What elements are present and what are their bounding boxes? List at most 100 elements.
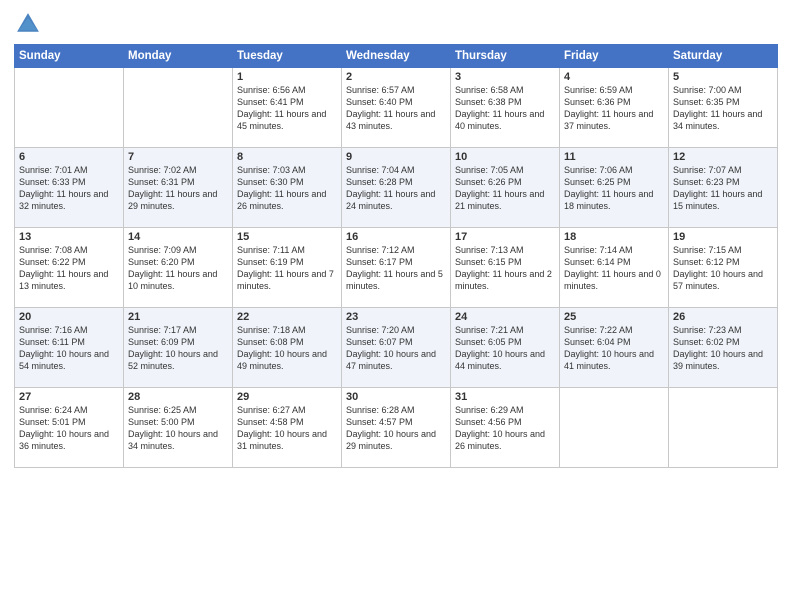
calendar-cell: 3Sunrise: 6:58 AM Sunset: 6:38 PM Daylig… <box>451 68 560 148</box>
calendar-cell: 26Sunrise: 7:23 AM Sunset: 6:02 PM Dayli… <box>669 308 778 388</box>
day-number: 28 <box>128 391 228 403</box>
day-info: Sunrise: 6:56 AM Sunset: 6:41 PM Dayligh… <box>237 84 337 133</box>
day-number: 13 <box>19 231 119 243</box>
day-number: 17 <box>455 231 555 243</box>
day-number: 7 <box>128 151 228 163</box>
day-info: Sunrise: 7:16 AM Sunset: 6:11 PM Dayligh… <box>19 324 119 373</box>
calendar-cell: 13Sunrise: 7:08 AM Sunset: 6:22 PM Dayli… <box>15 228 124 308</box>
day-number: 23 <box>346 311 446 323</box>
day-number: 19 <box>673 231 773 243</box>
day-number: 8 <box>237 151 337 163</box>
calendar-cell: 23Sunrise: 7:20 AM Sunset: 6:07 PM Dayli… <box>342 308 451 388</box>
calendar-week-row: 20Sunrise: 7:16 AM Sunset: 6:11 PM Dayli… <box>15 308 778 388</box>
day-info: Sunrise: 7:18 AM Sunset: 6:08 PM Dayligh… <box>237 324 337 373</box>
page: SundayMondayTuesdayWednesdayThursdayFrid… <box>0 0 792 612</box>
day-number: 21 <box>128 311 228 323</box>
day-info: Sunrise: 7:06 AM Sunset: 6:25 PM Dayligh… <box>564 164 664 213</box>
header <box>14 10 778 38</box>
day-info: Sunrise: 7:17 AM Sunset: 6:09 PM Dayligh… <box>128 324 228 373</box>
calendar-cell: 17Sunrise: 7:13 AM Sunset: 6:15 PM Dayli… <box>451 228 560 308</box>
calendar-week-row: 13Sunrise: 7:08 AM Sunset: 6:22 PM Dayli… <box>15 228 778 308</box>
day-number: 5 <box>673 71 773 83</box>
calendar-cell: 1Sunrise: 6:56 AM Sunset: 6:41 PM Daylig… <box>233 68 342 148</box>
day-number: 20 <box>19 311 119 323</box>
weekday-header: Sunday <box>15 45 124 68</box>
day-info: Sunrise: 7:15 AM Sunset: 6:12 PM Dayligh… <box>673 244 773 293</box>
day-info: Sunrise: 6:57 AM Sunset: 6:40 PM Dayligh… <box>346 84 446 133</box>
day-number: 31 <box>455 391 555 403</box>
day-info: Sunrise: 7:04 AM Sunset: 6:28 PM Dayligh… <box>346 164 446 213</box>
calendar-cell: 29Sunrise: 6:27 AM Sunset: 4:58 PM Dayli… <box>233 388 342 468</box>
day-info: Sunrise: 7:09 AM Sunset: 6:20 PM Dayligh… <box>128 244 228 293</box>
day-number: 26 <box>673 311 773 323</box>
weekday-header: Tuesday <box>233 45 342 68</box>
day-number: 24 <box>455 311 555 323</box>
day-number: 15 <box>237 231 337 243</box>
day-info: Sunrise: 7:02 AM Sunset: 6:31 PM Dayligh… <box>128 164 228 213</box>
calendar-week-row: 6Sunrise: 7:01 AM Sunset: 6:33 PM Daylig… <box>15 148 778 228</box>
day-info: Sunrise: 7:05 AM Sunset: 6:26 PM Dayligh… <box>455 164 555 213</box>
weekday-header: Saturday <box>669 45 778 68</box>
day-info: Sunrise: 7:21 AM Sunset: 6:05 PM Dayligh… <box>455 324 555 373</box>
day-number: 25 <box>564 311 664 323</box>
calendar-cell: 8Sunrise: 7:03 AM Sunset: 6:30 PM Daylig… <box>233 148 342 228</box>
day-info: Sunrise: 6:59 AM Sunset: 6:36 PM Dayligh… <box>564 84 664 133</box>
day-number: 16 <box>346 231 446 243</box>
weekday-header: Thursday <box>451 45 560 68</box>
day-number: 12 <box>673 151 773 163</box>
calendar-cell: 19Sunrise: 7:15 AM Sunset: 6:12 PM Dayli… <box>669 228 778 308</box>
weekday-header: Wednesday <box>342 45 451 68</box>
day-info: Sunrise: 7:11 AM Sunset: 6:19 PM Dayligh… <box>237 244 337 293</box>
day-info: Sunrise: 7:22 AM Sunset: 6:04 PM Dayligh… <box>564 324 664 373</box>
day-number: 10 <box>455 151 555 163</box>
day-number: 4 <box>564 71 664 83</box>
day-info: Sunrise: 7:03 AM Sunset: 6:30 PM Dayligh… <box>237 164 337 213</box>
day-info: Sunrise: 6:28 AM Sunset: 4:57 PM Dayligh… <box>346 404 446 453</box>
day-number: 6 <box>19 151 119 163</box>
calendar-cell: 25Sunrise: 7:22 AM Sunset: 6:04 PM Dayli… <box>560 308 669 388</box>
day-number: 27 <box>19 391 119 403</box>
header-row: SundayMondayTuesdayWednesdayThursdayFrid… <box>15 45 778 68</box>
day-info: Sunrise: 7:08 AM Sunset: 6:22 PM Dayligh… <box>19 244 119 293</box>
calendar-cell: 9Sunrise: 7:04 AM Sunset: 6:28 PM Daylig… <box>342 148 451 228</box>
day-info: Sunrise: 7:01 AM Sunset: 6:33 PM Dayligh… <box>19 164 119 213</box>
day-info: Sunrise: 7:14 AM Sunset: 6:14 PM Dayligh… <box>564 244 664 293</box>
weekday-header: Monday <box>124 45 233 68</box>
day-info: Sunrise: 7:23 AM Sunset: 6:02 PM Dayligh… <box>673 324 773 373</box>
calendar-cell: 16Sunrise: 7:12 AM Sunset: 6:17 PM Dayli… <box>342 228 451 308</box>
calendar-cell: 24Sunrise: 7:21 AM Sunset: 6:05 PM Dayli… <box>451 308 560 388</box>
calendar-cell <box>15 68 124 148</box>
day-info: Sunrise: 7:00 AM Sunset: 6:35 PM Dayligh… <box>673 84 773 133</box>
calendar-cell: 5Sunrise: 7:00 AM Sunset: 6:35 PM Daylig… <box>669 68 778 148</box>
calendar-cell: 12Sunrise: 7:07 AM Sunset: 6:23 PM Dayli… <box>669 148 778 228</box>
logo <box>14 10 46 38</box>
calendar-cell: 4Sunrise: 6:59 AM Sunset: 6:36 PM Daylig… <box>560 68 669 148</box>
day-info: Sunrise: 6:58 AM Sunset: 6:38 PM Dayligh… <box>455 84 555 133</box>
calendar-cell: 30Sunrise: 6:28 AM Sunset: 4:57 PM Dayli… <box>342 388 451 468</box>
calendar-week-row: 27Sunrise: 6:24 AM Sunset: 5:01 PM Dayli… <box>15 388 778 468</box>
day-info: Sunrise: 7:13 AM Sunset: 6:15 PM Dayligh… <box>455 244 555 293</box>
day-info: Sunrise: 6:29 AM Sunset: 4:56 PM Dayligh… <box>455 404 555 453</box>
day-number: 2 <box>346 71 446 83</box>
calendar-cell: 28Sunrise: 6:25 AM Sunset: 5:00 PM Dayli… <box>124 388 233 468</box>
day-number: 9 <box>346 151 446 163</box>
calendar-week-row: 1Sunrise: 6:56 AM Sunset: 6:41 PM Daylig… <box>15 68 778 148</box>
calendar-cell: 7Sunrise: 7:02 AM Sunset: 6:31 PM Daylig… <box>124 148 233 228</box>
day-info: Sunrise: 6:25 AM Sunset: 5:00 PM Dayligh… <box>128 404 228 453</box>
calendar-cell <box>669 388 778 468</box>
day-number: 22 <box>237 311 337 323</box>
calendar-cell <box>124 68 233 148</box>
day-number: 30 <box>346 391 446 403</box>
day-info: Sunrise: 7:12 AM Sunset: 6:17 PM Dayligh… <box>346 244 446 293</box>
calendar-cell: 21Sunrise: 7:17 AM Sunset: 6:09 PM Dayli… <box>124 308 233 388</box>
calendar-cell: 22Sunrise: 7:18 AM Sunset: 6:08 PM Dayli… <box>233 308 342 388</box>
weekday-header: Friday <box>560 45 669 68</box>
calendar-cell: 10Sunrise: 7:05 AM Sunset: 6:26 PM Dayli… <box>451 148 560 228</box>
day-number: 1 <box>237 71 337 83</box>
day-info: Sunrise: 6:27 AM Sunset: 4:58 PM Dayligh… <box>237 404 337 453</box>
day-info: Sunrise: 6:24 AM Sunset: 5:01 PM Dayligh… <box>19 404 119 453</box>
calendar-cell: 2Sunrise: 6:57 AM Sunset: 6:40 PM Daylig… <box>342 68 451 148</box>
day-number: 14 <box>128 231 228 243</box>
day-number: 11 <box>564 151 664 163</box>
calendar-cell: 15Sunrise: 7:11 AM Sunset: 6:19 PM Dayli… <box>233 228 342 308</box>
